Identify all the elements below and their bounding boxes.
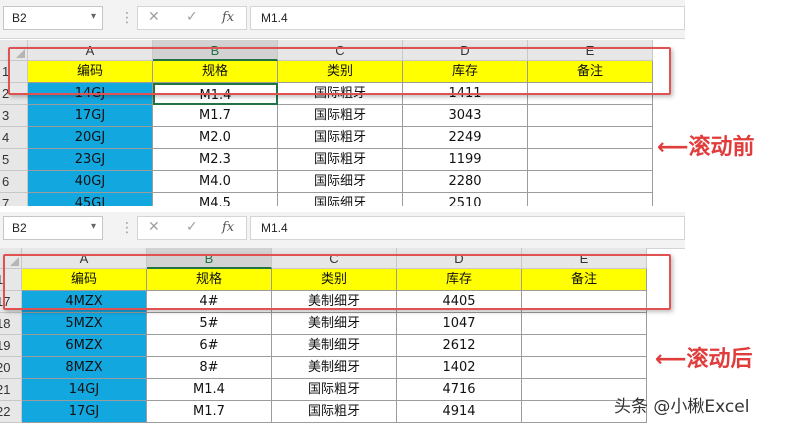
- insert-function-icon[interactable]: fx: [222, 10, 234, 25]
- data-cell[interactable]: 2510: [403, 193, 528, 206]
- data-cell[interactable]: 2280: [403, 171, 528, 193]
- data-cell[interactable]: 6#: [147, 335, 272, 357]
- frozen-row-highlight: [8, 47, 671, 95]
- label-after-text: 滚动后: [686, 347, 753, 372]
- formula-bar: B2 ▾ ⋮ ✕ ✓ fx M1.4: [0, 0, 685, 39]
- enter-icon[interactable]: ✓: [186, 219, 198, 235]
- data-cell[interactable]: 45GJ: [28, 193, 153, 206]
- sheet-panel-after: B2 ▾ ⋮ ✕ ✓ fx M1.4 ABCDE1编码规格类别库存备注174MZ…: [0, 212, 685, 423]
- data-cell[interactable]: 1199: [403, 149, 528, 171]
- insert-function-icon[interactable]: fx: [222, 220, 234, 235]
- data-cell[interactable]: [528, 171, 653, 193]
- data-cell[interactable]: 17GJ: [28, 105, 153, 127]
- more-dots-icon: ⋮: [120, 220, 134, 236]
- row-header[interactable]: 7: [0, 193, 28, 206]
- data-cell[interactable]: 1047: [397, 313, 522, 335]
- label-before-text: 滚动前: [688, 135, 755, 160]
- data-cell[interactable]: [528, 105, 653, 127]
- row-header[interactable]: 6: [0, 171, 28, 193]
- data-cell[interactable]: 23GJ: [28, 149, 153, 171]
- data-cell[interactable]: 国际粗牙: [278, 149, 403, 171]
- data-cell[interactable]: 美制细牙: [272, 357, 397, 379]
- data-cell[interactable]: 17GJ: [22, 401, 147, 423]
- enter-icon[interactable]: ✓: [186, 9, 198, 25]
- data-cell[interactable]: 国际粗牙: [272, 401, 397, 423]
- name-box-value: B2: [12, 11, 27, 25]
- data-cell[interactable]: 1402: [397, 357, 522, 379]
- row-header[interactable]: 5: [0, 149, 28, 171]
- formula-input[interactable]: M1.4: [250, 216, 685, 240]
- cancel-icon[interactable]: ✕: [148, 9, 160, 25]
- sheet-panel-before: B2 ▾ ⋮ ✕ ✓ fx M1.4 A B C D E 1 编码 规格 类别 库存 备注 2 14GJ…: [0, 0, 685, 206]
- row-header[interactable]: 19: [0, 335, 22, 357]
- data-cell[interactable]: 国际粗牙: [278, 127, 403, 149]
- watermark: 头条 @小楸Excel: [614, 397, 750, 417]
- formula-buttons: ✕ ✓ fx: [137, 6, 247, 30]
- data-cell[interactable]: 3043: [403, 105, 528, 127]
- data-cell[interactable]: 8MZX: [22, 357, 147, 379]
- formula-buttons: ✕ ✓ fx: [137, 216, 247, 240]
- row-header[interactable]: 18: [0, 313, 22, 335]
- name-box[interactable]: B2 ▾: [3, 216, 103, 240]
- data-cell[interactable]: 国际粗牙: [278, 105, 403, 127]
- formula-input[interactable]: M1.4: [250, 6, 685, 30]
- data-cell[interactable]: 6MZX: [22, 335, 147, 357]
- data-cell[interactable]: 国际细牙: [278, 193, 403, 206]
- row-header[interactable]: 22: [0, 401, 22, 423]
- frozen-row-highlight: [3, 254, 671, 310]
- name-box[interactable]: B2 ▾: [3, 6, 103, 30]
- data-cell[interactable]: 4716: [397, 379, 522, 401]
- data-cell[interactable]: [522, 357, 647, 379]
- row-header[interactable]: 3: [0, 105, 28, 127]
- data-cell[interactable]: M1.4: [147, 379, 272, 401]
- row-header[interactable]: 21: [0, 379, 22, 401]
- name-box-value: B2: [12, 221, 27, 235]
- data-cell[interactable]: [528, 127, 653, 149]
- data-cell[interactable]: 5MZX: [22, 313, 147, 335]
- formula-bar: B2 ▾ ⋮ ✕ ✓ fx M1.4: [0, 212, 685, 249]
- data-cell[interactable]: M4.5: [153, 193, 278, 206]
- row-header[interactable]: 20: [0, 357, 22, 379]
- data-cell[interactable]: 2612: [397, 335, 522, 357]
- data-cell[interactable]: 40GJ: [28, 171, 153, 193]
- data-cell[interactable]: [528, 193, 653, 206]
- data-cell[interactable]: M2.0: [153, 127, 278, 149]
- data-cell[interactable]: 2249: [403, 127, 528, 149]
- cancel-icon[interactable]: ✕: [148, 219, 160, 235]
- data-cell[interactable]: 美制细牙: [272, 335, 397, 357]
- label-after: ⟵滚动后: [655, 347, 753, 372]
- data-cell[interactable]: 4914: [397, 401, 522, 423]
- data-cell[interactable]: 14GJ: [22, 379, 147, 401]
- data-cell[interactable]: M1.7: [153, 105, 278, 127]
- data-cell[interactable]: 8#: [147, 357, 272, 379]
- data-cell[interactable]: [528, 149, 653, 171]
- data-cell[interactable]: 美制细牙: [272, 313, 397, 335]
- data-cell[interactable]: 20GJ: [28, 127, 153, 149]
- more-dots-icon: ⋮: [120, 10, 134, 26]
- data-cell[interactable]: [522, 335, 647, 357]
- data-cell[interactable]: M2.3: [153, 149, 278, 171]
- label-before: ⟵滚动前: [657, 135, 755, 160]
- data-cell[interactable]: 国际细牙: [278, 171, 403, 193]
- data-cell[interactable]: 5#: [147, 313, 272, 335]
- chevron-down-icon[interactable]: ▾: [91, 11, 96, 22]
- chevron-down-icon[interactable]: ▾: [91, 221, 96, 232]
- formula-value: M1.4: [261, 221, 288, 235]
- row-header[interactable]: 4: [0, 127, 28, 149]
- data-cell[interactable]: 国际粗牙: [272, 379, 397, 401]
- data-cell[interactable]: [522, 313, 647, 335]
- data-cell[interactable]: M4.0: [153, 171, 278, 193]
- data-cell[interactable]: M1.7: [147, 401, 272, 423]
- formula-value: M1.4: [261, 11, 288, 25]
